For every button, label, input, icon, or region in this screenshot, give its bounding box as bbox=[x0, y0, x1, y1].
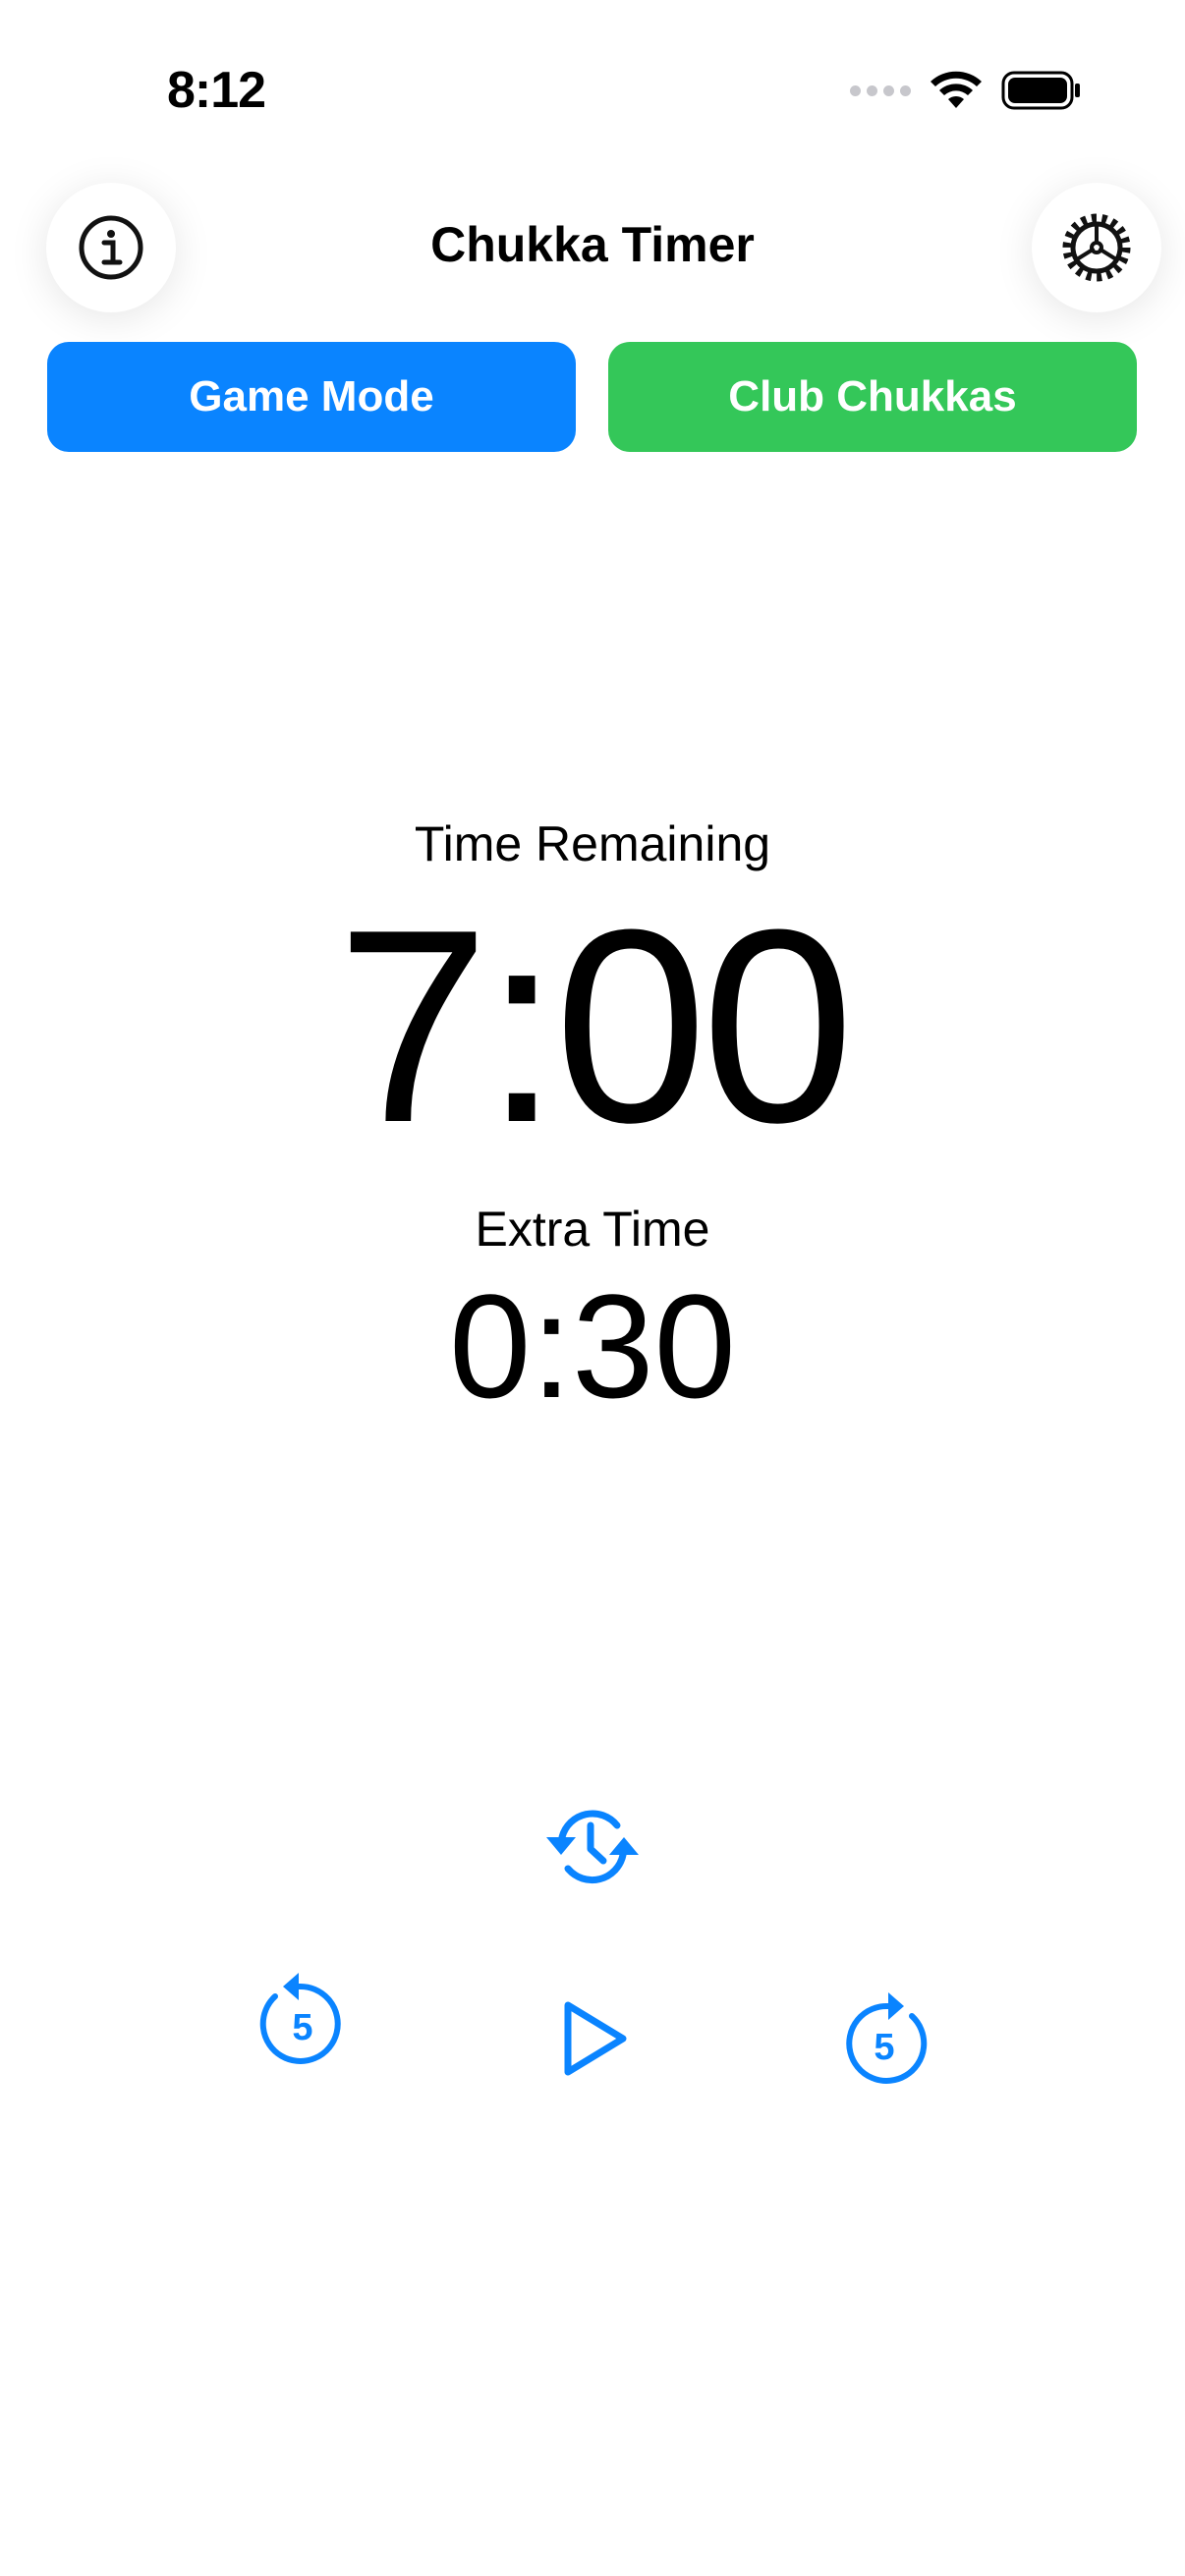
status-icons bbox=[850, 71, 1082, 110]
cellular-signal-icon bbox=[850, 84, 911, 96]
skip-forward-value: 5 bbox=[874, 2027, 894, 2068]
battery-icon bbox=[1001, 71, 1080, 110]
wifi-icon bbox=[931, 71, 982, 108]
extra-time-label: Extra Time bbox=[475, 1202, 710, 1257]
status-time: 8:12 bbox=[167, 62, 266, 119]
game-mode-button[interactable]: Game Mode bbox=[47, 342, 576, 452]
clock-reset-icon bbox=[546, 1810, 639, 1884]
skip-back-value: 5 bbox=[292, 2007, 312, 2048]
settings-button[interactable] bbox=[1032, 183, 1161, 312]
gear-icon bbox=[1062, 213, 1131, 282]
play-icon bbox=[564, 2001, 627, 2076]
page-title: Chukka Timer bbox=[430, 217, 755, 272]
extra-time-value: 0:30 bbox=[449, 1263, 736, 1428]
time-remaining-value: 7:00 bbox=[336, 873, 855, 1180]
club-chukkas-button[interactable]: Club Chukkas bbox=[608, 342, 1137, 452]
skip-forward-5-icon: 5 bbox=[846, 1992, 928, 2084]
skip-back-5-icon: 5 bbox=[259, 1973, 341, 2064]
time-remaining-label: Time Remaining bbox=[414, 816, 771, 871]
skip-back-5-button[interactable]: 5 bbox=[254, 1965, 352, 2073]
skip-forward-5-button[interactable]: 5 bbox=[835, 1985, 933, 2093]
play-button[interactable] bbox=[555, 1994, 634, 2083]
reset-timer-button[interactable] bbox=[536, 1793, 649, 1901]
